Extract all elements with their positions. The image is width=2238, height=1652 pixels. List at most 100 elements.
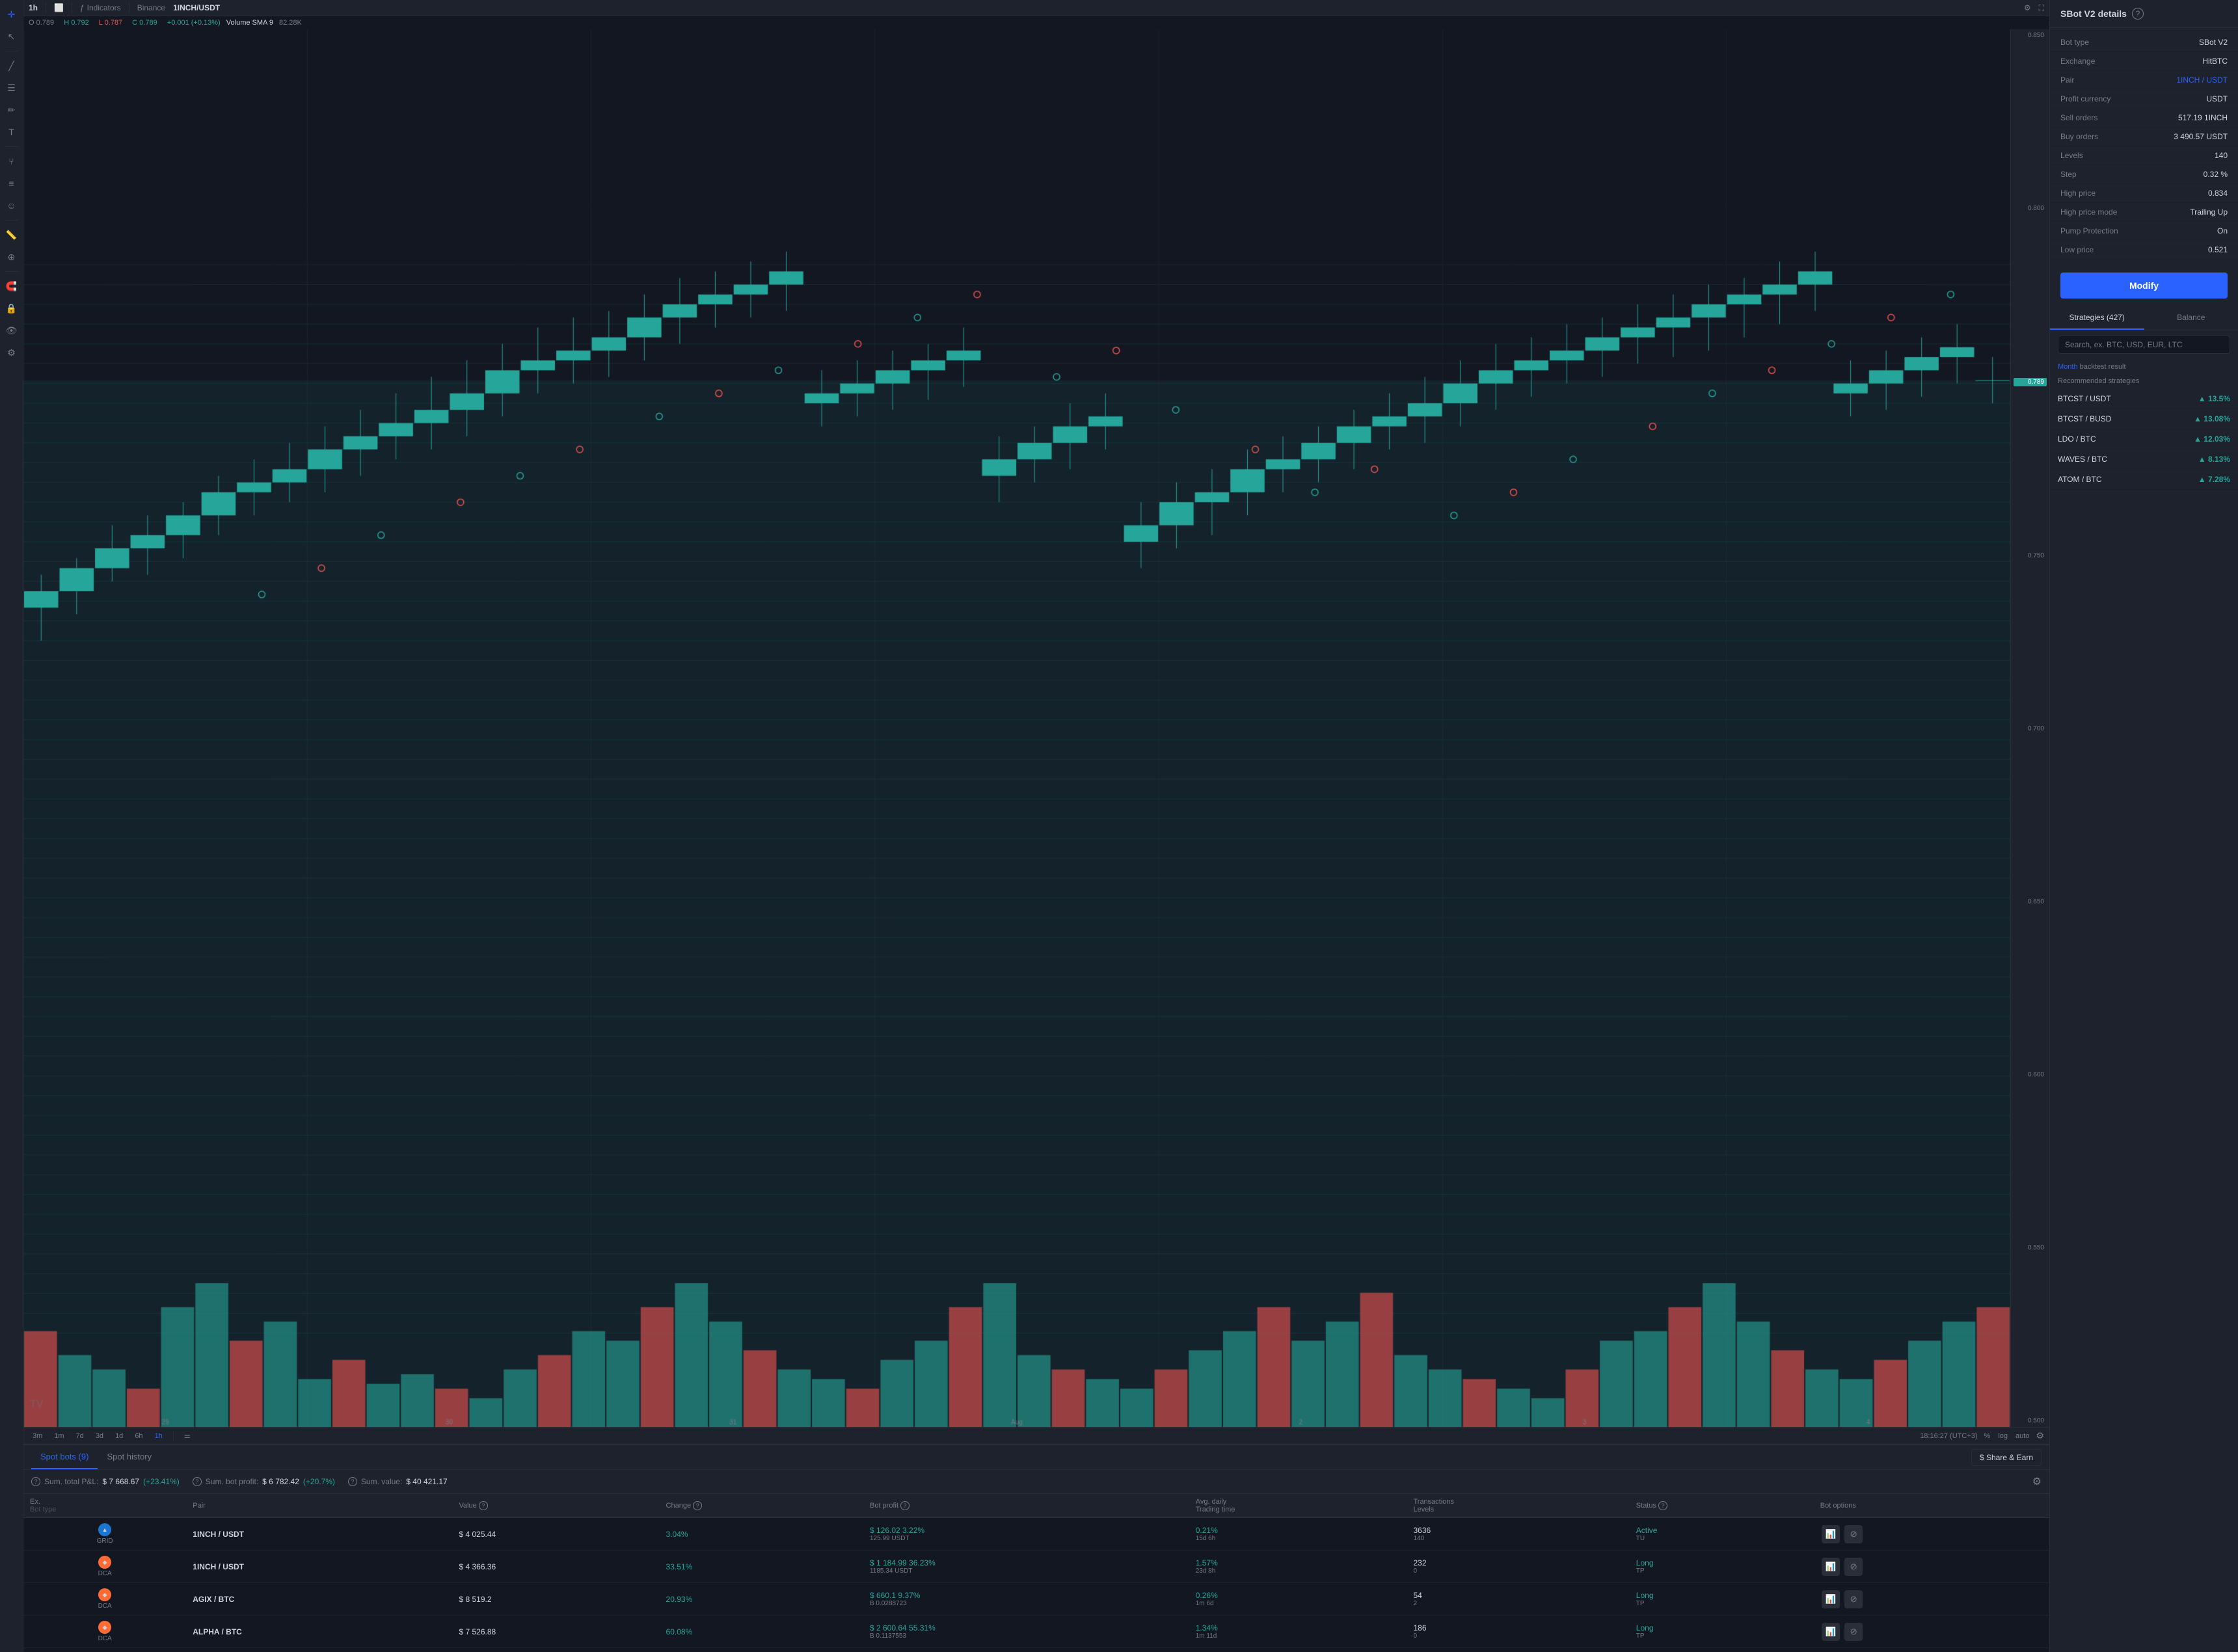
strategy-item[interactable]: BTCST / USDT ▲ 13.5% [2050, 389, 2238, 409]
tf-1d[interactable]: 1d [111, 1431, 127, 1441]
tf-1h[interactable]: 1h [151, 1431, 167, 1441]
horizontal-line-tool[interactable]: ☰ [3, 79, 21, 97]
tf-6h[interactable]: 6h [131, 1431, 146, 1441]
chart-scale-settings[interactable]: ⚙ [2036, 1430, 2044, 1441]
status-col-info[interactable]: ? [1658, 1501, 1667, 1510]
pattern-tool[interactable]: ≡ [3, 174, 21, 193]
th-bot-profit: Bot profit ? [863, 1494, 1189, 1518]
pnl-pct: (+23.41%) [143, 1477, 180, 1486]
bot-value-2: $ 8 519.2 [459, 1595, 491, 1604]
exchange-name: Binance [137, 3, 165, 12]
sbot-title: SBot V2 details [2060, 8, 2127, 19]
share-earn-button[interactable]: $ Share & Earn [1971, 1449, 2042, 1466]
filter-button[interactable]: ⚙ [2032, 1475, 2042, 1488]
strategy-item[interactable]: BTCST / BUSD ▲ 13.08% [2050, 409, 2238, 429]
bot-type-label: Bot type [2060, 38, 2089, 47]
bot-chart-btn-0[interactable]: 📊 [1822, 1525, 1840, 1543]
text-tool[interactable]: T [3, 123, 21, 141]
profit-col-info[interactable]: ? [900, 1501, 910, 1510]
detail-step: Step 0.32 % [2050, 165, 2238, 184]
bot-status-0: Active [1636, 1526, 1807, 1535]
emoji-tool[interactable]: ☺ [3, 196, 21, 215]
bot-chart-btn-2[interactable]: 📊 [1822, 1590, 1840, 1608]
tf-3m[interactable]: 3m [29, 1431, 46, 1441]
ruler-tool[interactable]: 📏 [3, 226, 21, 244]
bot-change-2: 20.93% [666, 1595, 693, 1604]
bot-stop-btn-1[interactable]: ⊘ [1844, 1558, 1863, 1576]
candle-type-selector[interactable]: ⬜ [54, 3, 64, 12]
bot-chart-btn-3[interactable]: 📊 [1822, 1623, 1840, 1641]
bot-status-2: Long [1636, 1591, 1807, 1600]
exchange-icon-2: ◆ [98, 1588, 111, 1601]
exchange-icon-0: ▲ [98, 1523, 111, 1536]
bot-change-cell-1: 33.51% [660, 1551, 863, 1583]
value-info-icon[interactable]: ? [348, 1477, 357, 1486]
line-tool[interactable]: ╱ [3, 57, 21, 75]
compare-chart-btn[interactable]: ⚌ [180, 1430, 195, 1441]
th-value: Value ? [452, 1494, 659, 1518]
bot-type-3: DCA [98, 1635, 112, 1642]
bot-change-cell-3: 60.08% [660, 1616, 863, 1648]
scale-log[interactable]: log [1995, 1431, 2010, 1441]
change-col-info[interactable]: ? [693, 1501, 702, 1510]
bot-profit-sub-0: 125.99 USDT [870, 1535, 1183, 1542]
bot-stop-btn-0[interactable]: ⊘ [1844, 1525, 1863, 1543]
strategy-item[interactable]: ATOM / BTC ▲ 7.28% [2050, 470, 2238, 490]
strategy-name-3: WAVES / BTC [2058, 455, 2107, 464]
detail-levels: Levels 140 [2050, 146, 2238, 165]
tab-spot-history[interactable]: Spot history [98, 1445, 161, 1469]
lock-tool[interactable]: 🔒 [3, 299, 21, 317]
timeframe-selector[interactable]: 1h [29, 3, 38, 12]
price-chart[interactable] [23, 29, 2010, 1427]
chart-settings-btn[interactable]: ⚙ [2024, 3, 2031, 12]
profit-label: Sum. bot profit: [206, 1477, 258, 1486]
bot-stop-btn-2[interactable]: ⊘ [1844, 1590, 1863, 1608]
strategy-item[interactable]: WAVES / BTC ▲ 8.13% [2050, 449, 2238, 470]
tab-spot-bots[interactable]: Spot bots (9) [31, 1445, 98, 1469]
bot-stop-btn-3[interactable]: ⊘ [1844, 1623, 1863, 1641]
pump-protection-value: On [2217, 226, 2228, 235]
pair-detail-value: 1INCH / USDT [2176, 75, 2228, 85]
tab-strategies[interactable]: Strategies (427) [2050, 306, 2144, 330]
bot-transactions-3: 186 [1413, 1623, 1623, 1632]
strategy-search-input[interactable] [2058, 336, 2230, 354]
magnet-tool[interactable]: 🧲 [3, 277, 21, 295]
tf-1m[interactable]: 1m [50, 1431, 68, 1441]
value-col-info[interactable]: ? [479, 1501, 488, 1510]
ohlcv-change: +0.001 (+0.13%) [167, 19, 221, 27]
pnl-info-icon[interactable]: ? [31, 1477, 40, 1486]
tf-7d[interactable]: 7d [72, 1431, 88, 1441]
scale-pct[interactable]: % [1982, 1431, 1993, 1441]
tab-balance[interactable]: Balance [2144, 306, 2238, 330]
scale-auto[interactable]: auto [2013, 1431, 2032, 1441]
fullscreen-btn[interactable]: ⛶ [2039, 3, 2044, 13]
bot-avg-cell-1: 1.57% 23d 8h [1189, 1551, 1407, 1583]
low-price-value: 0.521 [2208, 245, 2228, 254]
bot-levels-0: 140 [1413, 1535, 1623, 1542]
tf-3d[interactable]: 3d [92, 1431, 107, 1441]
sbot-help-icon[interactable]: ? [2132, 8, 2144, 20]
detail-low-price: Low price 0.521 [2050, 241, 2238, 260]
zoom-tool[interactable]: ⊕ [3, 248, 21, 266]
bot-options-cell-2: 📊 ⊘ [1814, 1583, 2049, 1616]
bot-avg-cell-3: 1.34% 1m 11d [1189, 1616, 1407, 1648]
strategy-item[interactable]: LDO / BTC ▲ 12.03% [2050, 429, 2238, 449]
bot-pair-cell-1: 1INCH / USDT [186, 1551, 452, 1583]
high-price-label: High price [2060, 189, 2096, 198]
bot-transactions-2: 54 [1413, 1591, 1623, 1600]
fork-tool[interactable]: ⑂ [3, 152, 21, 170]
chart-canvas-area[interactable]: 0.850 0.800 0.789 0.750 0.700 0.650 0.60… [23, 29, 2049, 1427]
modify-button[interactable]: Modify [2060, 273, 2228, 299]
eye-tool[interactable]: 👁 [3, 321, 21, 340]
profit-info-icon[interactable]: ? [193, 1477, 202, 1486]
table-row: ▲ GRID 1INCH / USDT $ 4 025.44 3.04% $ 1… [23, 1518, 2049, 1551]
indicators-button[interactable]: ƒ Indicators [80, 3, 121, 12]
crosshair-tool[interactable]: ✛ [3, 5, 21, 23]
cursor-tool[interactable]: ↖ [3, 27, 21, 46]
bot-chart-btn-1[interactable]: 📊 [1822, 1558, 1840, 1576]
left-toolbar: ✛ ↖ ╱ ☰ ✏ T ⑂ ≡ ☺ 📏 ⊕ 🧲 🔒 👁 ⚙ [0, 0, 23, 1652]
draw-tool[interactable]: ✏ [3, 101, 21, 119]
strategy-name-1: BTCST / BUSD [2058, 414, 2111, 423]
settings-tool[interactable]: ⚙ [3, 343, 21, 362]
bot-value-1: $ 4 366.36 [459, 1562, 496, 1571]
